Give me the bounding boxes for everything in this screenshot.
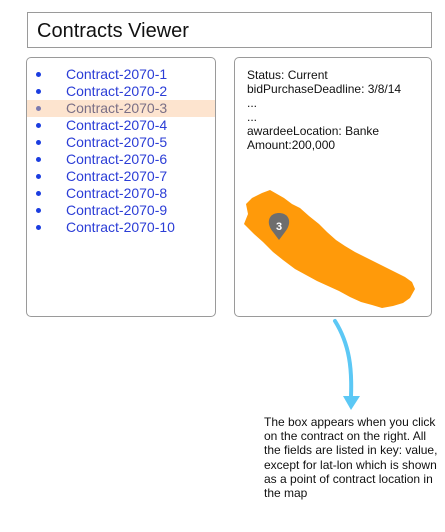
arrow-head-icon xyxy=(343,396,360,410)
arrow-stroke xyxy=(333,319,354,398)
annotation-note: The box appears when you click on the co… xyxy=(264,415,438,501)
